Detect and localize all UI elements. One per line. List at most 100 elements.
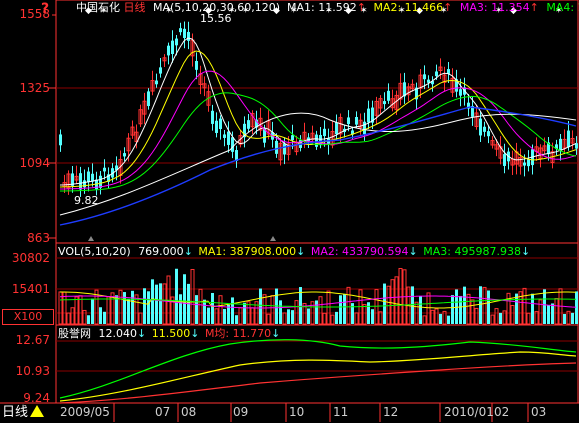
volume-bar <box>494 308 499 325</box>
indicator-v1: 12.040 <box>98 327 138 340</box>
candle-body <box>223 134 226 138</box>
volume-bar <box>563 313 566 324</box>
volume-bar <box>250 307 255 325</box>
ma6-line <box>59 106 577 226</box>
x-label-6: 12 <box>383 405 399 419</box>
candle-body <box>335 122 338 135</box>
volume-bar <box>315 300 318 324</box>
x-label-8: 02 <box>494 405 510 419</box>
volume-bar <box>434 308 439 325</box>
volume-bar <box>115 295 118 324</box>
volume-bar <box>398 267 403 325</box>
volume-bar <box>82 309 87 325</box>
indicator-yellow-line <box>59 351 577 402</box>
volume-bar <box>243 302 246 324</box>
volume-bar <box>106 296 111 325</box>
volume-bar <box>571 312 574 324</box>
tab-dropdown-icon[interactable] <box>30 405 45 417</box>
candle-body <box>527 159 530 167</box>
ma-legend: 中国石化 日线 MA(5,10,20,30,60,120) <box>76 1 280 14</box>
volume-bar <box>207 307 210 324</box>
period-tab[interactable]: 日线 <box>0 404 45 422</box>
candle-body <box>187 31 190 41</box>
volume-bar <box>362 304 367 325</box>
volume-bar <box>378 311 383 325</box>
volume-bar <box>218 295 223 325</box>
volume-bar <box>322 312 327 325</box>
volume-bar <box>227 304 230 324</box>
candle-body <box>323 128 326 137</box>
candle-body <box>179 28 182 33</box>
volume-bar <box>506 292 511 325</box>
volume-bar <box>335 311 338 324</box>
volume-bar <box>351 303 354 324</box>
volume-bar <box>451 295 454 324</box>
volume-bar <box>131 290 134 324</box>
period-label: 日线 <box>123 1 146 14</box>
vol-unit-button[interactable]: X100 <box>2 309 54 325</box>
indicator-legend: 股誉网 12.040↓ 11.500↓ M均: 11.770↓ <box>58 327 281 340</box>
indicator-green-line <box>59 339 577 399</box>
x-label-9: 03 <box>531 405 547 419</box>
vol-ma2: MA2: 433790.594 <box>310 245 409 258</box>
event-marker <box>270 236 276 241</box>
volume-bar <box>183 274 186 324</box>
volume-bar <box>531 293 534 324</box>
volume-bar <box>87 315 90 324</box>
volume-bar <box>430 309 435 325</box>
candle-body <box>347 117 350 125</box>
price-panel-frame <box>55 0 579 244</box>
volume-bar <box>190 268 195 325</box>
volume-bar <box>515 293 518 324</box>
candle-body <box>159 67 162 74</box>
volume-bar <box>551 303 554 324</box>
volume-bar <box>175 268 178 324</box>
vol-ma3: MA3: 495987.938 <box>423 245 521 258</box>
volume-bar <box>279 300 282 324</box>
vol-legend: VOL(5,10,20) 769.000↓ MA1: 387908.000↓ M… <box>58 245 531 258</box>
volume-bar <box>374 289 379 325</box>
volume-bar <box>470 299 475 325</box>
volume-bar <box>282 312 287 325</box>
volume-bar <box>259 288 262 324</box>
volume-bar <box>538 299 543 325</box>
volume-bar <box>419 296 422 324</box>
volume-bar <box>318 296 323 325</box>
volume-bar <box>155 284 158 324</box>
candle-body <box>215 120 218 133</box>
candle-body <box>123 153 126 157</box>
candle-body <box>155 80 158 85</box>
volume-bar <box>490 314 495 325</box>
volume-bar <box>466 293 471 325</box>
volume-bar <box>214 308 219 325</box>
candle-body <box>387 90 390 101</box>
candle-body <box>503 154 506 166</box>
x-label-0: 2009/05 <box>60 405 110 419</box>
volume-bar <box>262 294 267 325</box>
volume-bar <box>367 302 370 324</box>
volume-bar <box>543 289 546 324</box>
volume-bar <box>339 295 342 324</box>
vol-value: 769.000 <box>138 245 184 258</box>
x-label-2: 08 <box>181 405 197 419</box>
vol-ma1: MA1: 387908.000 <box>198 245 297 258</box>
volume-bar <box>346 286 351 325</box>
volume-bar <box>383 283 386 324</box>
volume-bar <box>203 299 206 324</box>
volume-bar <box>330 314 335 325</box>
volume-bar <box>411 286 414 324</box>
volume-bar <box>151 279 154 324</box>
high-annotation: 15.56 <box>200 12 232 25</box>
volume-bar <box>91 298 94 324</box>
chart-canvas: ◆ ✶ ✶ ◆ ✶ ✶ ◆ ✶ ✶ ◆ ✶ ✶ ◆ ✶ ✶ ◆ ✶ <box>0 0 579 422</box>
volume-bar <box>70 307 75 325</box>
candle-body <box>195 60 198 70</box>
ind-axis-label-top: 12.67 <box>15 333 50 347</box>
volume-bar <box>270 295 275 325</box>
volume-bar <box>138 312 143 325</box>
volume-bar <box>231 297 234 324</box>
ma3-value: MA3: 11.354 <box>459 1 530 14</box>
volume-bar <box>554 298 559 325</box>
candle-body <box>567 130 570 148</box>
volume-bar <box>371 309 374 324</box>
